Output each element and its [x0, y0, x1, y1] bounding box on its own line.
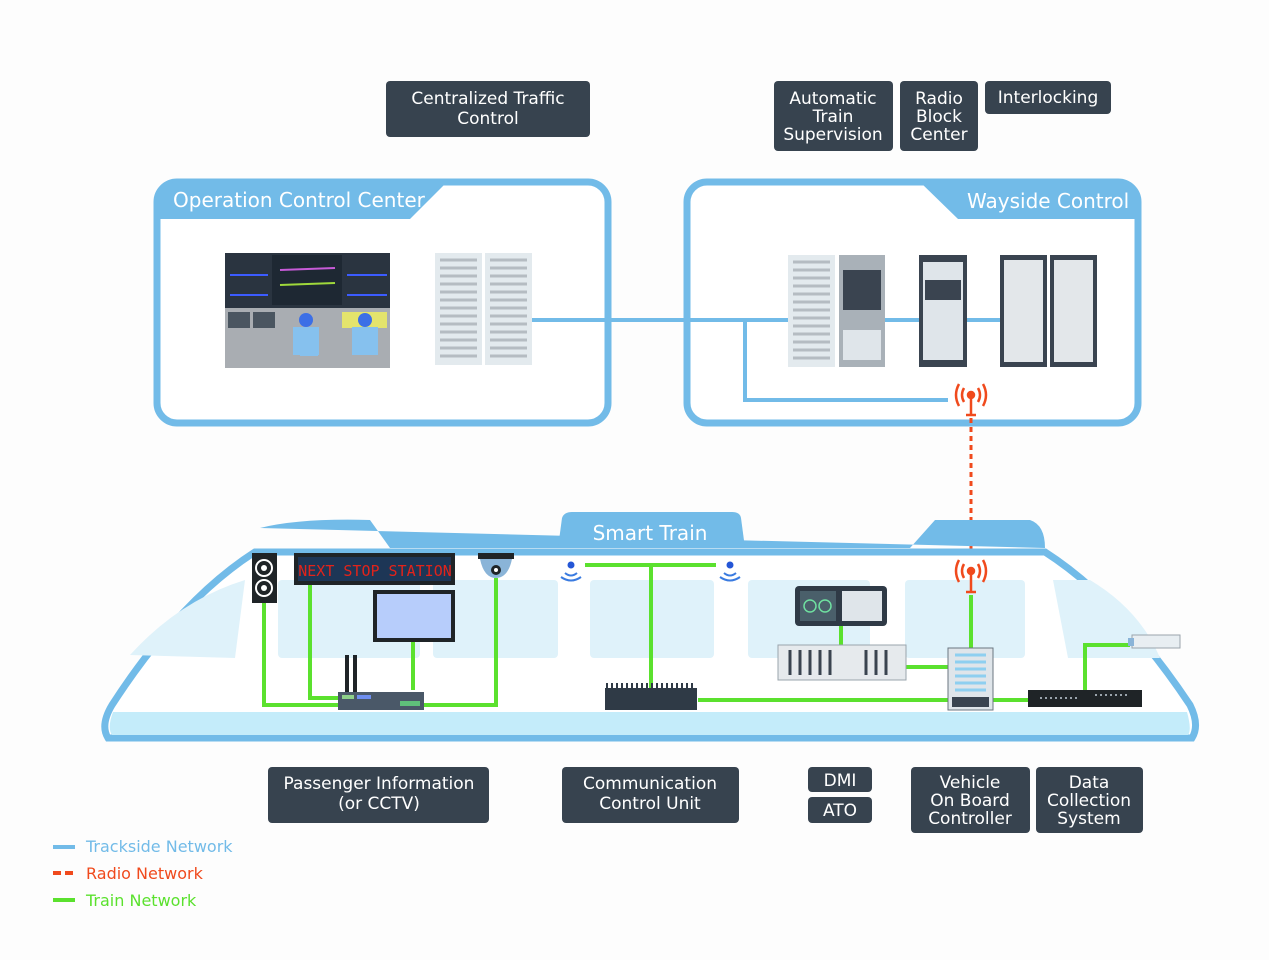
- svg-text:Trackside Network: Trackside Network: [85, 837, 233, 856]
- ctc-label: Centralized Traffic Control: [386, 81, 590, 137]
- rbc-server-icon: [919, 255, 967, 367]
- svg-text:Automatic: Automatic: [789, 89, 876, 109]
- train-windows: [130, 580, 1160, 658]
- svg-text:Radio Network: Radio Network: [86, 864, 204, 883]
- svg-text:Train: Train: [812, 107, 854, 127]
- svg-text:Controller: Controller: [928, 809, 1012, 829]
- svg-text:Wayside Control: Wayside Control: [967, 189, 1129, 213]
- dcs-label: Data Collection System: [1036, 767, 1143, 833]
- wayside-control: Wayside Control: [683, 178, 1142, 427]
- ato-label: ATO: [808, 797, 872, 823]
- rbc-label: Radio Block Center: [900, 81, 978, 151]
- legend-item-trackside: Trackside Network: [53, 837, 233, 856]
- svg-text:Centralized Traffic: Centralized Traffic: [411, 89, 564, 109]
- passenger-display-icon: [373, 590, 455, 642]
- svg-text:NEXT STOP STATION: NEXT STOP STATION: [298, 562, 452, 580]
- svg-text:Train Network: Train Network: [85, 891, 197, 910]
- svg-text:Control: Control: [457, 109, 518, 129]
- svg-text:Communication: Communication: [583, 774, 717, 794]
- svg-text:Center: Center: [910, 125, 967, 145]
- svg-text:Radio: Radio: [915, 89, 963, 109]
- dcs-unit-icon: [1028, 690, 1142, 707]
- svg-text:Smart Train: Smart Train: [593, 521, 708, 545]
- svg-text:Control Unit: Control Unit: [599, 794, 701, 814]
- svg-text:System: System: [1057, 809, 1120, 829]
- vobc-label: Vehicle On Board Controller: [911, 767, 1030, 833]
- svg-text:Block: Block: [916, 107, 962, 127]
- svg-text:Data: Data: [1069, 773, 1110, 793]
- svg-text:Collection: Collection: [1047, 791, 1131, 811]
- operation-control-center: Operation Control Center: [153, 178, 612, 427]
- svg-text:Interlocking: Interlocking: [998, 88, 1099, 108]
- legend: Trackside Network Radio Network Train Ne…: [53, 837, 233, 910]
- svg-text:Vehicle: Vehicle: [940, 773, 1001, 793]
- ato-unit-icon: [777, 644, 907, 681]
- pis-label: Passenger Information (or CCTV): [268, 767, 489, 823]
- speaker-icon: [252, 553, 277, 603]
- svg-text:On Board: On Board: [930, 791, 1010, 811]
- svg-text:ATO: ATO: [823, 801, 857, 821]
- ccu-label: Communication Control Unit: [562, 767, 739, 823]
- svg-text:(or CCTV): (or CCTV): [338, 794, 420, 814]
- dmi-panel-icon: [795, 586, 887, 626]
- svg-text:DMI: DMI: [824, 771, 857, 791]
- ats-label: Automatic Train Supervision: [774, 81, 893, 151]
- svg-text:Supervision: Supervision: [783, 125, 882, 145]
- interlocking-label: Interlocking: [985, 81, 1111, 114]
- legend-item-train: Train Network: [53, 891, 197, 910]
- control-room-icon: [225, 253, 390, 368]
- svg-text:Operation Control Center: Operation Control Center: [173, 188, 426, 212]
- dmi-label: DMI: [808, 767, 872, 792]
- system-diagram: Centralized Traffic Control Automatic Tr…: [53, 81, 1199, 910]
- legend-item-radio: Radio Network: [53, 864, 204, 883]
- external-camera-icon: [1128, 634, 1181, 649]
- vobc-unit-icon: [947, 647, 994, 711]
- next-stop-sign: NEXT STOP STATION: [294, 553, 455, 585]
- svg-text:Passenger Information: Passenger Information: [284, 774, 475, 794]
